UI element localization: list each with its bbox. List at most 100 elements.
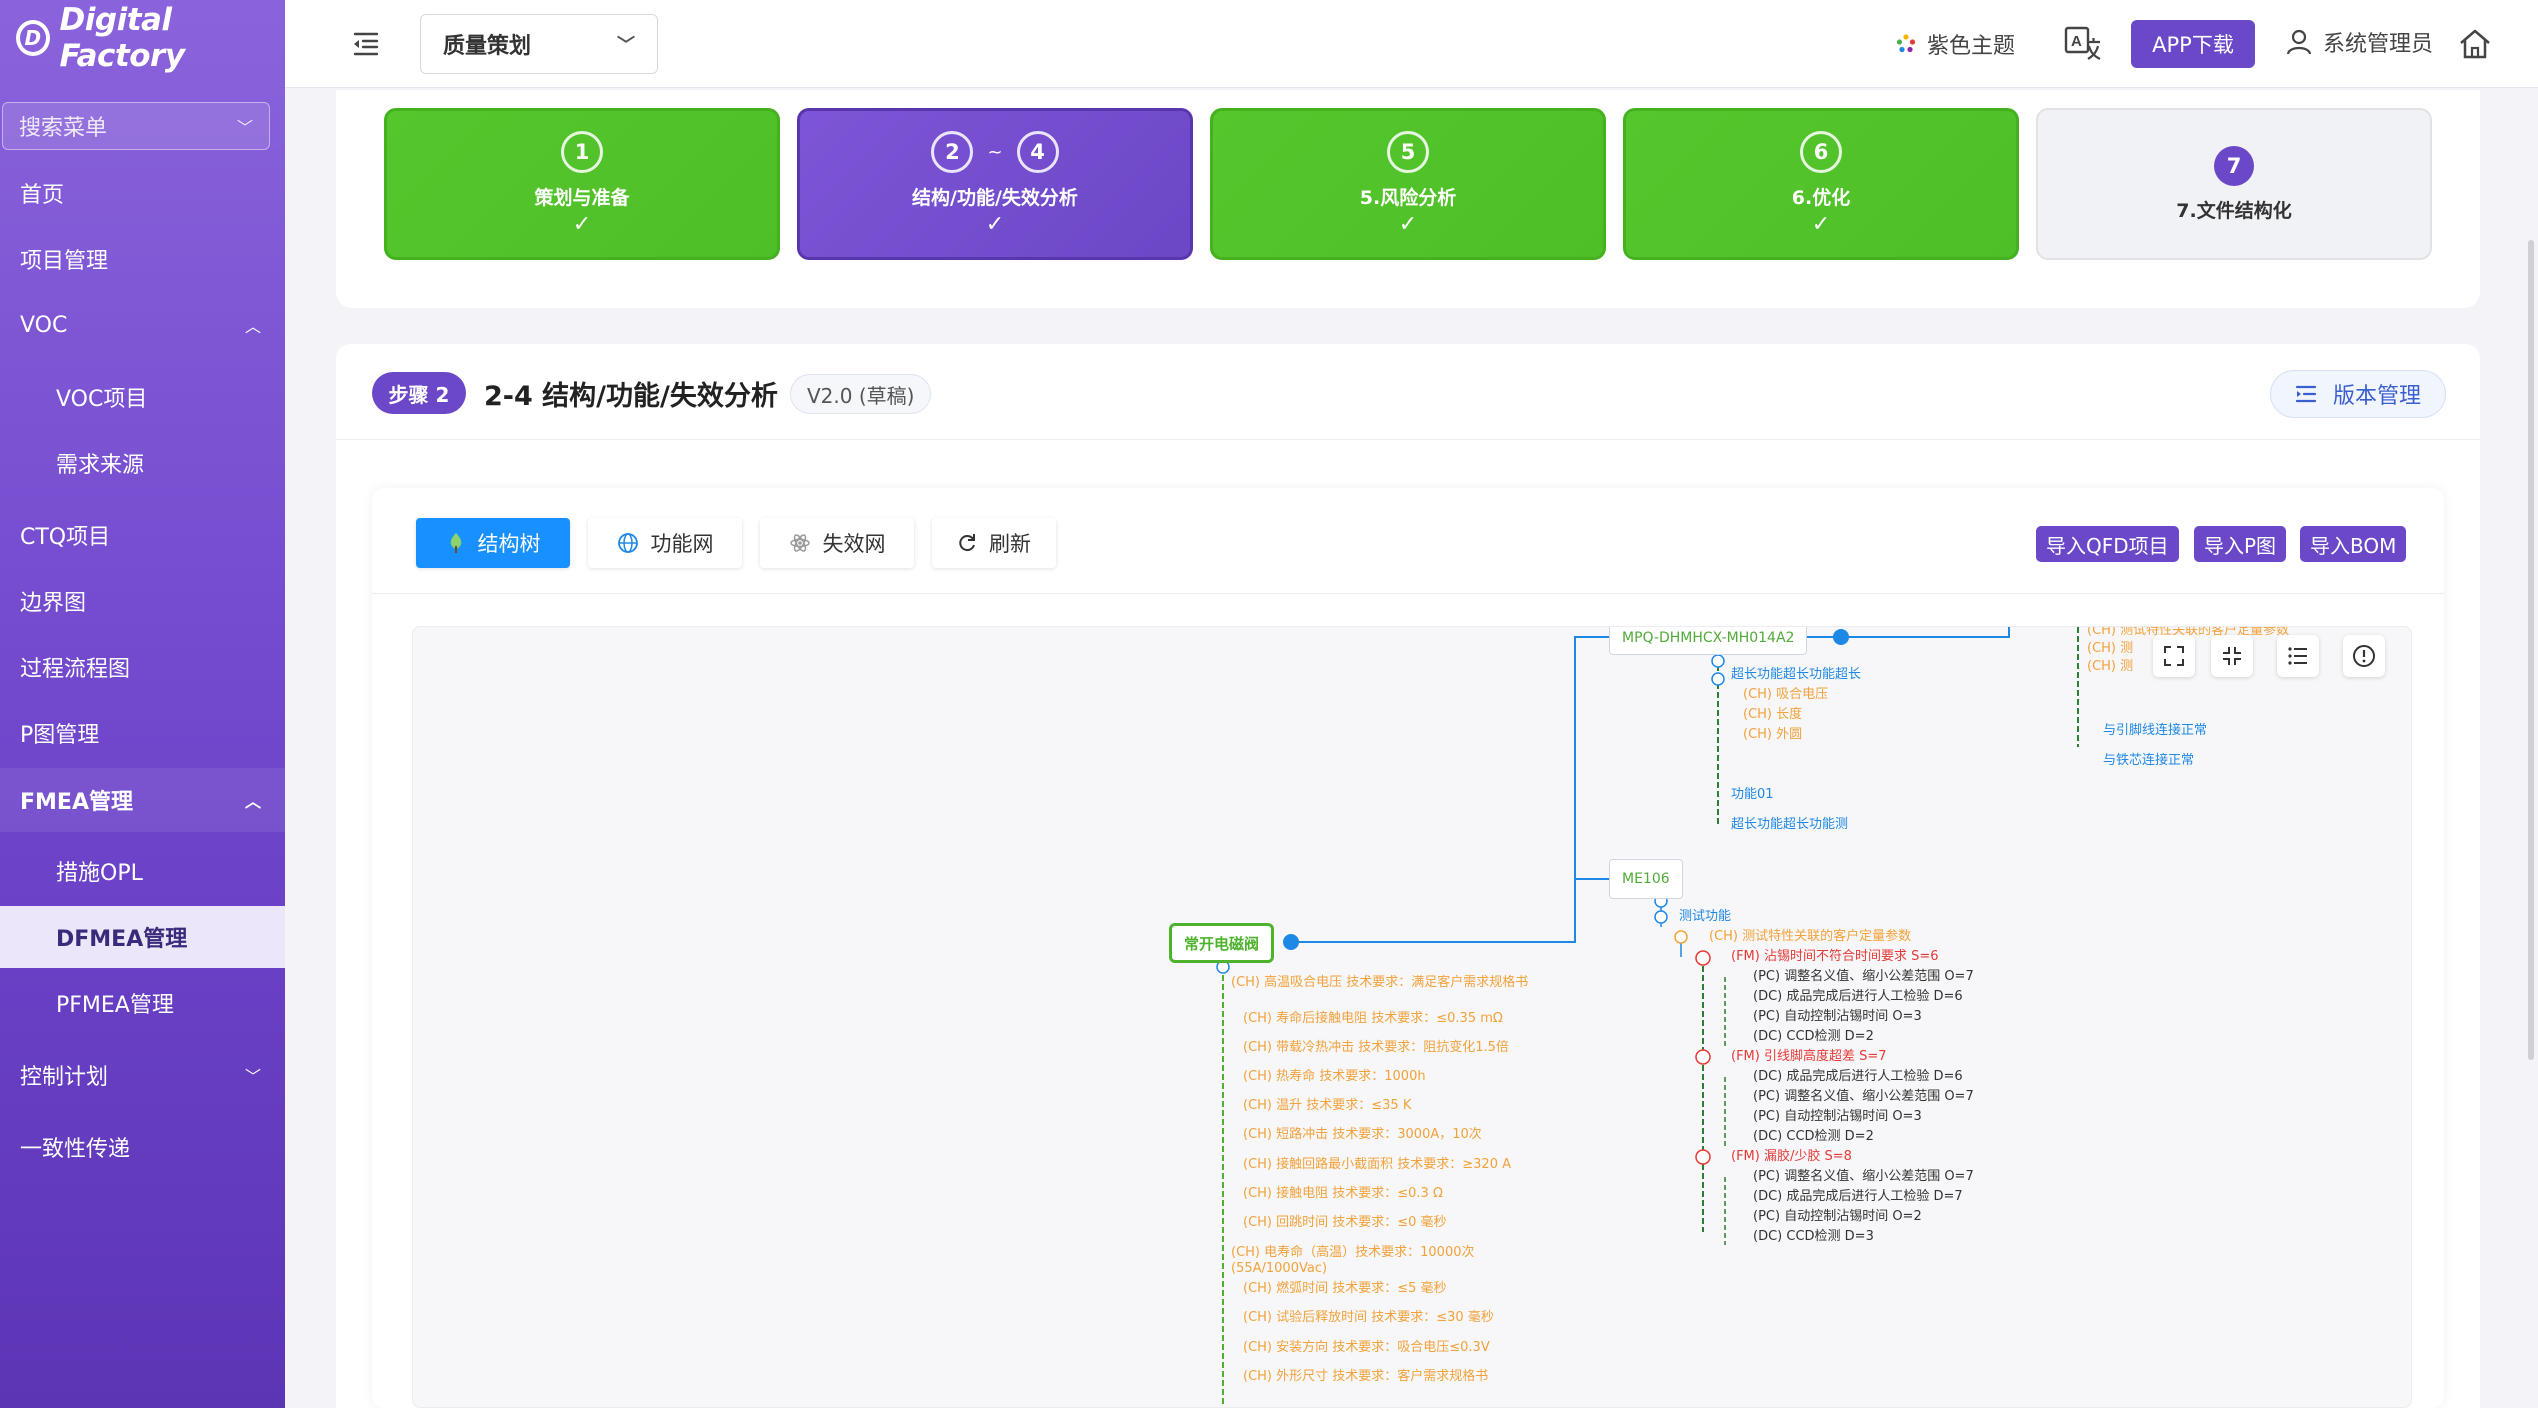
tree-control[interactable]: (PC) 自动控制沾锡时间 O=3 [1753,1009,1922,1025]
sidebar-item-voc-project[interactable]: VOC项目 [0,366,285,428]
step-1[interactable]: 1 策划与准备 ✓ [384,108,780,260]
sidebar-item-label: 需求来源 [56,453,145,478]
card-title-bar: 步骤 2 2-4 结构/功能/失效分析 V2.0 (草稿) 版本管理 [336,344,2480,440]
tree-characteristic[interactable]: (CH) 回跳时间 技术要求：≤0 毫秒 [1243,1215,1447,1231]
chevron-up-icon: ︿ [244,317,261,336]
tree-characteristic[interactable]: (CH) 燃弧时间 技术要求：≤5 毫秒 [1243,1281,1447,1297]
info-icon[interactable] [2343,635,2385,677]
tree-characteristic[interactable]: (CH) 测试特性关联的客户定量参数 [2087,627,2289,639]
sidebar-item-boundary[interactable]: 边界图 [0,570,285,632]
version-management-button[interactable]: 版本管理 [2270,370,2446,418]
tree-characteristic[interactable]: (CH) 测 [2087,659,2133,675]
tree-characteristic[interactable]: (CH) 安装方向 技术要求：吸合电压≤0.3V [1243,1340,1490,1356]
tree-control[interactable]: (DC) CCD检测 D=3 [1753,1229,1874,1245]
tree-characteristic[interactable]: (CH) 外形尺寸 技术要求：客户需求规格书 [1243,1369,1488,1385]
fullscreen-icon[interactable] [2153,635,2195,677]
tree-characteristic[interactable]: (CH) 热寿命 技术要求：1000h [1243,1069,1426,1085]
sidebar-item-voc[interactable]: VOC ︿ [0,294,285,356]
tab-structure-tree[interactable]: 结构树 [416,518,570,568]
step-tilde: ~ [987,141,1003,163]
tree-node-mpq[interactable]: MPQ-DHMHCX-MH014A2 [1609,627,1808,655]
tree-control[interactable]: (PC) 自动控制沾锡时间 O=2 [1753,1209,1922,1225]
step-2-4[interactable]: 2 ~4 结构/功能/失效分析 ✓ [797,108,1193,260]
tree-characteristic[interactable]: (CH) 外圆 [1743,727,1802,743]
tree-failure-mode[interactable]: (FM) 沾锡时间不符合时间要求 S=6 [1731,949,1939,965]
tree-control[interactable]: (DC) 成品完成后进行人工检验 D=7 [1753,1189,1963,1205]
list-icon [2295,385,2317,403]
page-scrollbar[interactable] [2528,240,2534,1060]
tree-characteristic[interactable]: (CH) 测 [2087,641,2133,657]
import-p-diagram-button[interactable]: 导入P图 [2194,526,2287,562]
step-5[interactable]: 5 5.风险分析 ✓ [1210,108,1606,260]
tree-control[interactable]: (PC) 调整名义值、缩小公差范围 O=7 [1753,969,1974,985]
logo[interactable]: D Digital Factory [16,2,285,74]
tree-characteristic[interactable]: (CH) 带载冷热冲击 技术要求：阻抗变化1.5倍 [1243,1040,1509,1056]
tree-characteristic[interactable]: (CH) 高温吸合电压 技术要求：满足客户需求规格书 [1231,975,1531,991]
sidebar-item-fmea[interactable]: FMEA管理 ︿ [0,768,285,832]
sidebar-item-control-plan[interactable]: 控制计划 ﹀ [0,1044,285,1106]
tree-control[interactable]: (PC) 调整名义值、缩小公差范围 O=7 [1753,1169,1974,1185]
tree-control[interactable]: (DC) CCD检测 D=2 [1753,1029,1874,1045]
tree-function[interactable]: 功能01 [1731,787,1774,803]
tree-function[interactable]: 测试功能 [1679,909,1731,925]
sidebar-item-label: P图管理 [20,723,100,748]
tree-characteristic[interactable]: (CH) 电寿命（高温）技术要求：10000次(55A/1000Vac) [1231,1245,1531,1277]
home-icon[interactable] [2457,26,2493,62]
tree-control[interactable]: (PC) 调整名义值、缩小公差范围 O=7 [1753,1089,1974,1105]
tree-control[interactable]: (DC) 成品完成后进行人工检验 D=6 [1753,989,1963,1005]
tree-characteristic[interactable]: (CH) 短路冲击 技术要求：3000A，10次 [1243,1127,1482,1143]
user-menu[interactable]: 系统管理员 [2285,26,2433,58]
tree-characteristic[interactable]: (CH) 试验后释放时间 技术要求：≤30 毫秒 [1243,1310,1494,1326]
tree-failure-mode[interactable]: (FM) 引线脚高度超差 S=7 [1731,1049,1887,1065]
tree-function[interactable]: 与引脚线连接正常 [2103,723,2207,739]
tree-function[interactable]: 超长功能超长功能超长 [1731,667,1861,683]
tab-failure-net[interactable]: 失效网 [760,518,914,568]
step-6[interactable]: 6 6.优化 ✓ [1623,108,2019,260]
tree-node-me106[interactable]: ME106 [1609,859,1683,899]
step-7[interactable]: 7 7.文件结构化 [2036,108,2432,260]
sidebar-item-ctq[interactable]: CTQ项目 [0,504,285,566]
sidebar-item-process-flow[interactable]: 过程流程图 [0,636,285,698]
import-bom-button[interactable]: 导入BOM [2300,526,2407,562]
tab-function-net[interactable]: 功能网 [588,518,742,568]
tree-characteristic[interactable]: (CH) 接触回路最小截面积 技术要求：≥320 A [1243,1157,1511,1173]
sidebar-item-label: 控制计划 [20,1065,109,1090]
menu-search-input[interactable]: 搜索菜单 ﹀ [2,102,270,150]
module-select[interactable]: 质量策划 ﹀ [420,14,658,74]
theme-toggle[interactable]: 紫色主题 [1895,28,2015,60]
tree-control[interactable]: (PC) 自动控制沾锡时间 O=3 [1753,1109,1922,1125]
refresh-button[interactable]: 刷新 [932,518,1056,568]
sidebar-item-project[interactable]: 项目管理 [0,228,285,290]
translate-icon[interactable]: A [2063,24,2103,64]
tree-root-node[interactable]: 常开电磁阀 [1169,923,1275,963]
sidebar-item-p-diagram[interactable]: P图管理 [0,702,285,764]
sidebar-item-home[interactable]: 首页 [0,162,285,224]
version-tag: V2.0 (草稿) [790,374,932,414]
check-icon: ✓ [1398,212,1418,237]
tree-characteristic[interactable]: (CH) 温升 技术要求：≤35 K [1243,1098,1411,1114]
sidebar-item-consistency[interactable]: 一致性传递 [0,1116,285,1178]
structure-tree-canvas[interactable]: 常开电磁阀 MPQ-DHMHCX-MH014A2 ME106 超长功能超长功能超… [412,626,2412,1408]
outline-list-icon[interactable] [2277,635,2319,677]
sidebar-item-pfmea[interactable]: PFMEA管理 [0,972,285,1034]
tree-control[interactable]: (DC) CCD检测 D=2 [1753,1129,1874,1145]
shrink-icon[interactable] [2211,635,2253,677]
tree-function[interactable]: 超长功能超长功能测 [1731,817,1848,833]
sidebar-item-dfmea[interactable]: DFMEA管理 [0,906,285,968]
tree-icon [450,533,461,553]
tree-failure-mode[interactable]: (FM) 漏胶/少胶 S=8 [1731,1149,1852,1165]
tree-characteristic[interactable]: (CH) 长度 [1743,707,1802,723]
refresh-icon [959,534,975,552]
tree-function[interactable]: 与铁芯连接正常 [2103,753,2194,769]
tree-control[interactable]: (DC) 成品完成后进行人工检验 D=6 [1753,1069,1963,1085]
tree-characteristic[interactable]: (CH) 测试特性关联的客户定量参数 [1709,929,1911,945]
tree-characteristic[interactable]: (CH) 吸合电压 [1743,687,1828,703]
import-qfd-button[interactable]: 导入QFD项目 [2036,526,2179,562]
tree-characteristic[interactable]: (CH) 寿命后接触电阻 技术要求：≤0.35 mΩ [1243,1011,1503,1027]
collapse-menu-icon[interactable] [349,26,383,60]
app-download-button[interactable]: APP下载 [2131,20,2255,68]
sidebar-item-demand-source[interactable]: 需求来源 [0,432,285,494]
step-label: 5.风险分析 [1359,187,1457,209]
tree-characteristic[interactable]: (CH) 接触电阻 技术要求：≤0.3 Ω [1243,1186,1443,1202]
sidebar-item-opl[interactable]: 措施OPL [0,840,285,902]
